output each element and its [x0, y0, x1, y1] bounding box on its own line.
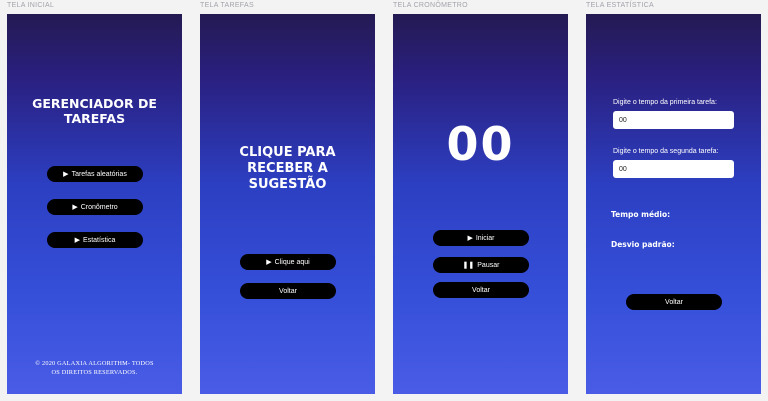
play-icon: ▶	[74, 237, 81, 244]
screen-estatistica: Digite o tempo da primeira tarefa: 00 Di…	[586, 14, 761, 394]
tarefas-aleatorias-label: Tarefas aleatórias	[71, 170, 127, 178]
frame-label-cronometro: TELA CRONÔMETRO	[393, 2, 468, 9]
clique-aqui-button[interactable]: ▶ Clique aqui	[240, 254, 336, 270]
voltar-button[interactable]: Voltar	[626, 294, 722, 310]
clique-aqui-label: Clique aqui	[274, 258, 310, 266]
primeira-tarefa-value: 00	[619, 116, 627, 124]
voltar-label: Voltar	[279, 287, 297, 295]
play-icon: ▶	[72, 204, 78, 211]
headline-line3: SUGESTÃO	[248, 177, 327, 192]
play-icon: ▶	[467, 235, 473, 242]
iniciar-label: Iniciar	[475, 234, 495, 242]
app-title-line2: TAREFAS	[63, 111, 126, 126]
headline-line2: RECEBER A	[247, 161, 328, 176]
voltar-label: Voltar	[472, 286, 490, 294]
cronometro-button[interactable]: ▶ Cronômetro	[47, 199, 143, 215]
footer-line2: OS DIREITOS RESERVADOS.	[51, 369, 138, 376]
voltar-button[interactable]: Voltar	[240, 283, 336, 299]
headline-line1: CLIQUE PARA	[239, 145, 336, 160]
pause-icon: ❚❚	[462, 262, 475, 269]
pausar-button[interactable]: ❚❚ Pausar	[433, 257, 529, 273]
segunda-tarefa-input[interactable]: 00	[613, 160, 734, 178]
screen-cronometro: 00 ▶ Iniciar ❚❚ Pausar Voltar	[393, 14, 568, 394]
estatistica-label: Estatística	[83, 236, 116, 244]
screen-inicial: GERENCIADOR DE TAREFAS ▶ Tarefas aleatór…	[7, 14, 182, 394]
screen-tarefas: CLIQUE PARA RECEBER A SUGESTÃO ▶ Clique …	[200, 14, 375, 394]
primeira-tarefa-input[interactable]: 00	[613, 111, 734, 129]
desvio-padrao-label: Desvio padrão:	[611, 240, 675, 249]
tarefas-aleatorias-button[interactable]: ▶ Tarefas aleatórias	[47, 166, 143, 182]
copyright-footer: © 2020 GALAXIA ALGORITHM- TODOS OS DIREI…	[7, 359, 182, 377]
segunda-tarefa-value: 00	[619, 165, 627, 173]
frame-label-inicial: TELA INICIAL	[7, 2, 55, 9]
pausar-label: Pausar	[477, 261, 500, 269]
voltar-button[interactable]: Voltar	[433, 282, 529, 298]
timer-display: 00	[446, 117, 515, 171]
estatistica-button[interactable]: ▶ Estatística	[47, 232, 143, 248]
segunda-tarefa-label: Digite o tempo da segunda tarefa:	[613, 148, 719, 155]
tempo-medio-label: Tempo médio:	[611, 210, 671, 219]
app-title: GERENCIADOR DE TAREFAS	[7, 96, 182, 126]
frame-label-estatistica: TELA ESTATÍSTICA	[586, 2, 654, 9]
suggestion-headline: CLIQUE PARA RECEBER A SUGESTÃO	[200, 145, 375, 193]
primeira-tarefa-label: Digite o tempo da primeira tarefa:	[613, 99, 717, 106]
footer-line1: © 2020 GALAXIA ALGORITHM- TODOS	[35, 360, 154, 367]
app-title-line1: GERENCIADOR DE	[32, 96, 157, 111]
voltar-label: Voltar	[665, 298, 683, 306]
cronometro-label: Cronômetro	[80, 203, 118, 211]
play-icon: ▶	[266, 259, 272, 266]
iniciar-button[interactable]: ▶ Iniciar	[433, 230, 529, 246]
frame-label-tarefas: TELA TAREFAS	[200, 2, 254, 9]
play-icon: ▶	[63, 171, 69, 178]
